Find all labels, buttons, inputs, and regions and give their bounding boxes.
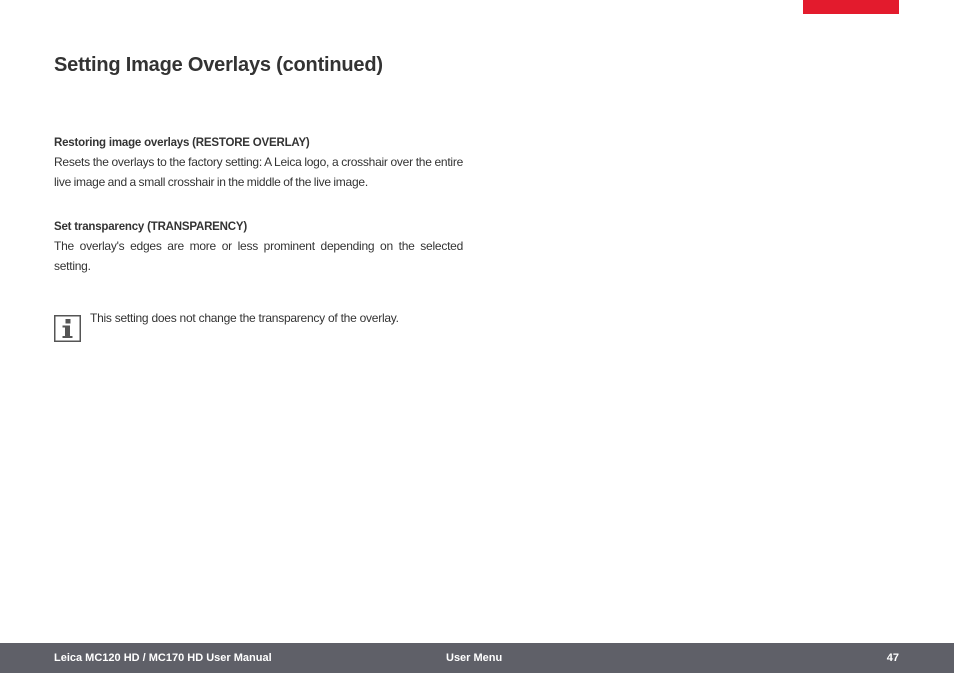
footer-chapter: User Menu	[446, 652, 503, 664]
section-heading: Restoring image overlays (RESTORE OVERLA…	[54, 137, 310, 149]
section-body: The overlay's edges are more or less pro…	[54, 239, 463, 273]
chapter-tab-marker	[803, 0, 899, 14]
page-footer: Leica MC120 HD / MC170 HD User Manual Us…	[0, 643, 954, 673]
info-icon	[54, 315, 81, 342]
footer-page-number: 47	[886, 652, 899, 664]
page-title: Setting Image Overlays (continued)	[54, 54, 383, 76]
footer-manual-title: Leica MC120 HD / MC170 HD User Manual	[54, 652, 272, 664]
section-heading: Set transparency (TRANSPARENCY)	[54, 221, 247, 233]
section-transparency: Set transparency (TRANSPARENCY) The over…	[54, 219, 463, 276]
section-body: Resets the overlays to the factory setti…	[54, 155, 463, 189]
section-restore-overlay: Restoring image overlays (RESTORE OVERLA…	[54, 135, 463, 192]
note-text: This setting does not change the transpa…	[90, 311, 399, 325]
